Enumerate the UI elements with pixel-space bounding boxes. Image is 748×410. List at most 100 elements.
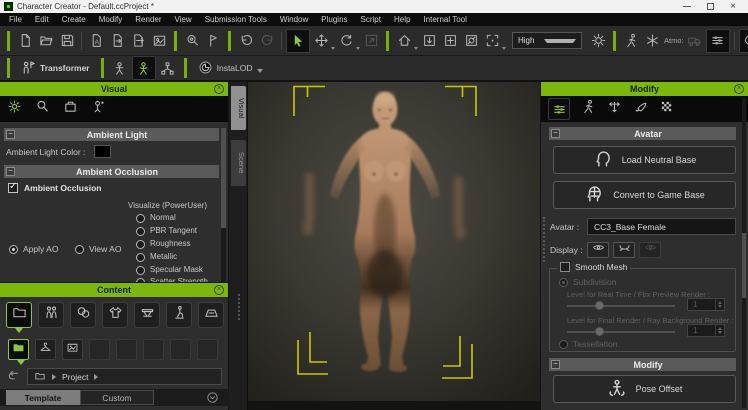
import-file-icon[interactable]: A <box>86 29 106 53</box>
back-icon[interactable] <box>6 369 21 389</box>
panel-resize-handle[interactable] <box>238 294 240 320</box>
display-eye-off-button[interactable] <box>639 242 661 258</box>
realtime-level-slider[interactable] <box>567 305 675 307</box>
ambient-light-color-swatch[interactable] <box>94 145 111 158</box>
modify-section[interactable]: − Modify <box>549 358 736 371</box>
smooth-mesh-checkbox[interactable] <box>560 262 570 272</box>
visual-panel-scrollbar[interactable] <box>221 128 226 282</box>
texture-icon[interactable] <box>659 99 674 119</box>
open-project-icon[interactable] <box>36 29 56 53</box>
close-button[interactable]: × <box>730 2 736 12</box>
view-ao-radio[interactable] <box>75 245 84 254</box>
collapse-icon[interactable]: − <box>551 360 560 369</box>
select-tool-icon[interactable] <box>286 29 310 53</box>
undo-icon[interactable] <box>236 29 256 53</box>
category-accessory-slot[interactable] <box>134 302 160 328</box>
frame-view-dropdown-icon[interactable] <box>502 47 506 50</box>
final-level-slider[interactable] <box>567 331 675 333</box>
apply-ao-radio[interactable] <box>9 245 18 254</box>
tessellation-radio[interactable] <box>559 340 568 349</box>
send-file-icon[interactable] <box>128 29 148 53</box>
fit-view-icon[interactable] <box>440 29 460 53</box>
sub-hanger-slot[interactable] <box>35 339 56 360</box>
tab-scene[interactable]: Scene <box>231 140 246 186</box>
close-icon[interactable]: × <box>734 84 744 94</box>
scrollbar-thumb[interactable] <box>221 128 226 228</box>
transformer-button[interactable]: Transformer <box>16 57 95 79</box>
vehicle-tool-icon[interactable] <box>685 29 705 53</box>
pose-tool-a-icon[interactable] <box>110 56 130 80</box>
panel-resize-handle[interactable] <box>543 217 545 262</box>
rotate-tool-icon[interactable] <box>336 29 356 53</box>
light-icon[interactable] <box>35 99 50 119</box>
adjust-icon[interactable] <box>548 98 570 120</box>
category-stage-slot[interactable] <box>198 302 224 328</box>
visual-panel-header[interactable]: Visual × <box>0 82 228 96</box>
modify-panel-scrollbar[interactable] <box>742 98 746 408</box>
collapse-icon[interactable]: − <box>551 129 560 138</box>
camera-icon[interactable] <box>63 99 78 119</box>
rotate-tool-dropdown-icon[interactable] <box>356 47 360 50</box>
avatar-section[interactable]: − Avatar <box>549 127 736 140</box>
render-image-icon[interactable] <box>149 29 169 53</box>
scrollbar-thumb[interactable] <box>742 233 746 298</box>
menu-script[interactable]: Script <box>361 15 381 24</box>
home-view-icon[interactable] <box>394 29 414 53</box>
spinner-arrows-icon[interactable] <box>715 299 724 310</box>
breadcrumb[interactable]: Project <box>27 368 222 385</box>
effects-icon[interactable] <box>91 99 106 119</box>
visualize-roughness-radio[interactable] <box>136 240 145 249</box>
menu-submission-tools[interactable]: Submission Tools <box>205 15 267 24</box>
avatar-name-field[interactable]: CC3_Base Female <box>587 218 736 235</box>
pose-tool-b-icon[interactable] <box>132 56 156 80</box>
menu-render[interactable]: Render <box>135 15 161 24</box>
final-level-spinner[interactable]: 1 <box>687 324 725 337</box>
sub-image-slot[interactable] <box>62 339 83 360</box>
antenna-icon[interactable] <box>739 29 748 53</box>
visualize-metallic-radio[interactable] <box>136 253 145 262</box>
zoom-tool-icon[interactable] <box>182 29 202 53</box>
redo-icon[interactable] <box>257 29 277 53</box>
frame-view-icon[interactable] <box>482 29 502 53</box>
collapse-icon[interactable]: − <box>6 130 15 139</box>
morph-icon[interactable] <box>607 99 622 119</box>
category-actor-slot[interactable] <box>38 302 64 328</box>
orbit-view-icon[interactable] <box>461 29 481 53</box>
ambient-occlusion-section[interactable]: − Ambient Occlusion <box>4 165 219 178</box>
close-icon[interactable]: × <box>214 84 224 94</box>
category-folder-slot[interactable] <box>6 302 32 328</box>
close-icon[interactable]: × <box>214 285 224 295</box>
tab-visual[interactable]: Visual <box>231 86 246 130</box>
breadcrumb-root[interactable]: Project <box>62 372 88 382</box>
expand-browser-icon[interactable] <box>206 391 219 409</box>
tab-custom[interactable]: Custom <box>80 390 154 405</box>
ambient-light-section[interactable]: − Ambient Light <box>4 128 219 141</box>
render-settings-icon[interactable] <box>706 29 730 53</box>
home-view-dropdown-icon[interactable] <box>414 47 418 50</box>
load-neutral-base-button[interactable]: Load Neutral Base <box>553 146 736 174</box>
convert-game-base-button[interactable]: Convert to Game Base <box>553 181 736 209</box>
pose-offset-button[interactable]: Pose Offset <box>553 375 736 403</box>
maximize-button[interactable] <box>707 3 714 10</box>
category-material-slot[interactable] <box>70 302 96 328</box>
slider-thumb[interactable] <box>595 327 604 336</box>
atmosphere-icon[interactable] <box>642 29 662 53</box>
slider-thumb[interactable] <box>595 301 604 310</box>
menu-file[interactable]: File <box>9 15 22 24</box>
category-prop-slot[interactable] <box>166 302 192 328</box>
ambient-occlusion-checkbox[interactable] <box>8 183 18 193</box>
display-underwear-button[interactable] <box>613 242 635 258</box>
save-project-icon[interactable] <box>57 29 77 53</box>
visualize-specular-radio[interactable] <box>136 266 145 275</box>
viewport-3d[interactable] <box>248 82 540 410</box>
category-cloth-slot[interactable] <box>102 302 128 328</box>
export-file-icon[interactable] <box>107 29 127 53</box>
move-tool-icon[interactable] <box>311 29 331 53</box>
display-eye-button[interactable] <box>587 242 609 258</box>
modify-panel-header[interactable]: Modify × <box>541 82 748 96</box>
character-tool-icon[interactable] <box>621 29 641 53</box>
reset-view-icon[interactable] <box>419 29 439 53</box>
sub-folder-slot[interactable] <box>8 339 29 360</box>
instalod-button[interactable]: InstaLOD <box>193 57 268 79</box>
content-panel-header[interactable]: Content × <box>0 283 228 297</box>
